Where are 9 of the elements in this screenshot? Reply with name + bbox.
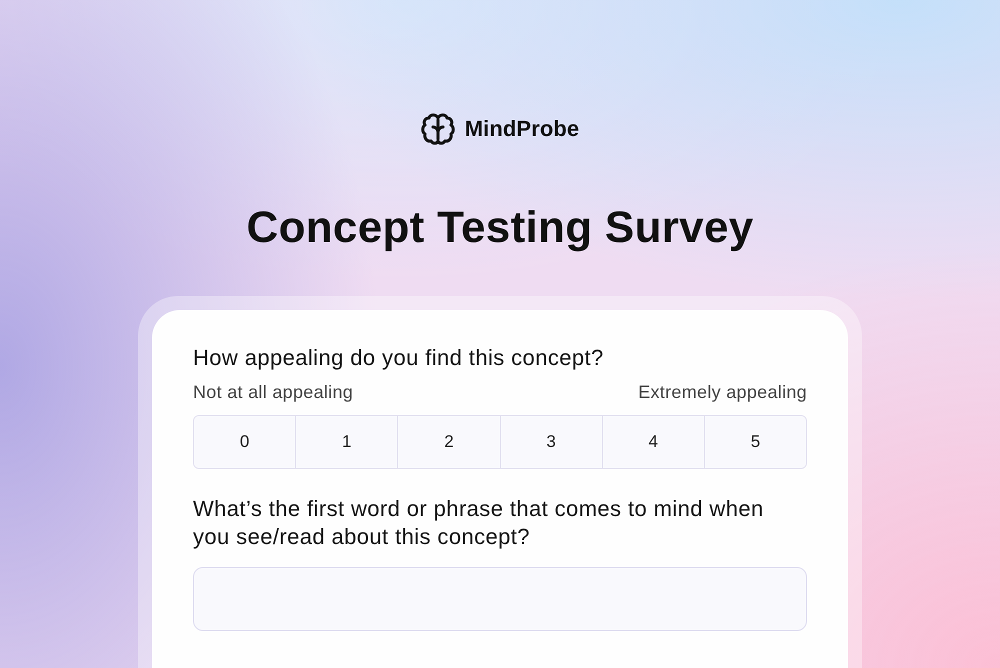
answer-field[interactable] xyxy=(193,567,807,631)
question-text: How appealing do you find this concept? xyxy=(193,344,605,372)
survey-title: Concept Testing Survey xyxy=(246,202,754,254)
brain-logo-icon xyxy=(420,112,455,146)
scale-min-label: Not at all appealing xyxy=(193,381,354,403)
rating-option[interactable]: 5 xyxy=(704,416,806,468)
scale-max-label: Extremely appealing xyxy=(638,381,807,403)
question-text: What’s the first word or phrase that comes to mind when you see/read about this concept? xyxy=(193,495,765,551)
brand-name: MindProbe xyxy=(464,116,580,142)
